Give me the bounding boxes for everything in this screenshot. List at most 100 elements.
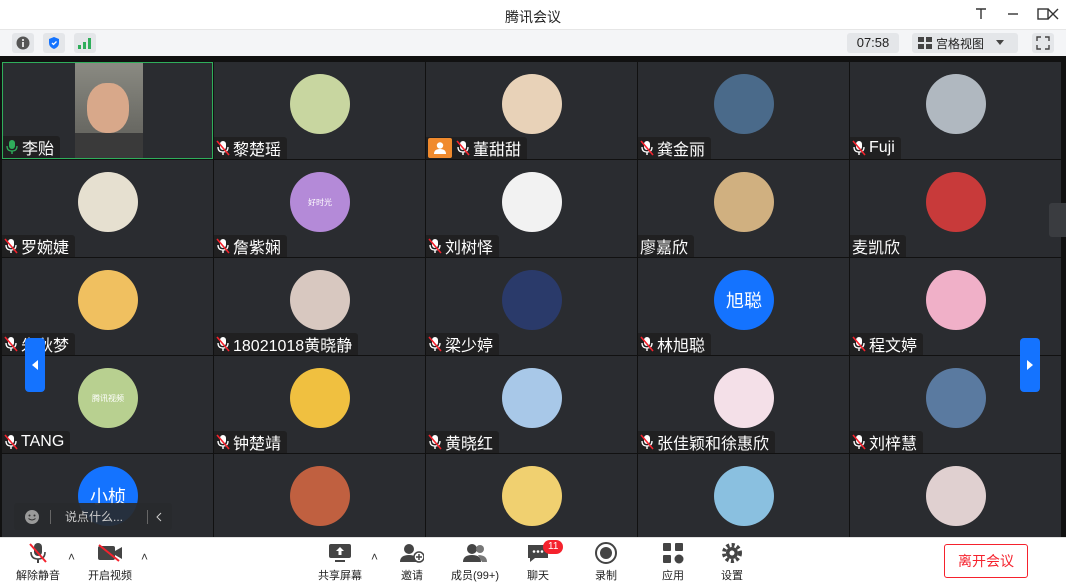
info-bar: 07:58 宫格视图 — [0, 30, 1066, 56]
mic-muted-icon — [428, 238, 445, 254]
participant-nameplate: 18021018黄晓静 — [214, 333, 359, 355]
settings-button[interactable]: 设置 — [702, 542, 762, 584]
avatar — [502, 172, 562, 232]
apps-button[interactable]: 应用 — [643, 542, 703, 584]
mic-muted-icon — [456, 140, 473, 156]
avatar: 旭聪 — [714, 270, 774, 330]
video-stage: 李贻 黎楚瑶 董甜甜 龚金丽 Fuji 罗婉婕 好时光 詹紫娴 刘树怿 廖嘉欣 麦凯欣 朱秋梦 1802… — [0, 56, 1066, 551]
audio-options-caret[interactable]: ˄ — [68, 550, 75, 564]
share-options-caret[interactable]: ˄ — [371, 550, 378, 564]
avatar — [502, 466, 562, 526]
participant-tile[interactable]: 旭聪 林旭聪 — [638, 258, 849, 355]
unmute-label: 解除静音 — [16, 570, 60, 582]
participant-tile[interactable]: 黄晓红 — [426, 356, 637, 453]
participant-name: 刘梓慧 — [869, 436, 918, 453]
participant-name: 龚金丽 — [657, 142, 706, 159]
participant-tile[interactable]: 李贻 — [2, 62, 213, 159]
record-button[interactable]: 录制 — [576, 542, 636, 584]
participant-name: 李贻 — [22, 141, 55, 158]
add-user-icon — [400, 544, 424, 563]
participant-tile[interactable]: 龚金丽 — [638, 62, 849, 159]
avatar — [502, 74, 562, 134]
participant-nameplate: Fuji — [850, 137, 901, 159]
participant-tile[interactable]: 钟楚靖 — [214, 356, 425, 453]
chat-input[interactable]: 说点什么... — [65, 508, 147, 525]
participant-tile[interactable]: 黎楚瑶 — [214, 62, 425, 159]
bottom-toolbar: 解除静音 ˄ 开启视频 ˄ 共享屏幕 ˄ 邀请 成员(99+) 11 聊天 录制… — [0, 537, 1066, 587]
pin-button[interactable] — [970, 4, 992, 26]
leave-meeting-button[interactable]: 离开会议 — [944, 544, 1028, 578]
avatar — [926, 172, 986, 232]
next-page-button[interactable] — [1020, 338, 1040, 392]
start-video-label: 开启视频 — [88, 570, 132, 582]
avatar — [290, 74, 350, 134]
prev-page-button[interactable] — [25, 338, 45, 392]
participant-video — [75, 63, 143, 158]
participant-tile[interactable]: 麦凯欣 — [850, 160, 1061, 257]
participant-tile[interactable]: 梁少婷 — [426, 258, 637, 355]
unmute-button[interactable]: 解除静音 — [8, 542, 68, 584]
start-video-button[interactable]: 开启视频 — [80, 542, 140, 584]
network-button[interactable] — [74, 33, 96, 53]
fullscreen-icon — [1036, 36, 1050, 50]
close-button[interactable] — [1042, 4, 1064, 26]
participant-name: 程文婷 — [869, 338, 918, 355]
participant-tile[interactable]: 张佳颖和徐惠欣 — [638, 356, 849, 453]
participant-nameplate: 龚金丽 — [638, 137, 712, 159]
avatar — [502, 270, 562, 330]
avatar — [926, 368, 986, 428]
quick-chat-bar[interactable]: 说点什么... — [14, 503, 172, 530]
video-options-caret[interactable]: ˄ — [141, 550, 148, 564]
participant-tile[interactable]: 董甜甜 — [426, 62, 637, 159]
meeting-info-button[interactable] — [12, 33, 34, 53]
mic-muted-icon — [4, 238, 21, 254]
participant-tile[interactable]: Fuji — [850, 62, 1061, 159]
participant-tile[interactable]: 罗婉婕 — [2, 160, 213, 257]
minimize-button[interactable] — [1002, 4, 1024, 26]
participant-nameplate: 李贻 — [3, 136, 61, 158]
participant-tile[interactable]: 18021018黄晓静 — [214, 258, 425, 355]
divider — [50, 509, 51, 524]
participant-tile[interactable]: 廖嘉欣 — [638, 160, 849, 257]
participant-nameplate: 詹紫娴 — [214, 235, 288, 257]
avatar — [78, 172, 138, 232]
mic-muted-icon — [852, 434, 869, 450]
participant-nameplate: 廖嘉欣 — [638, 235, 695, 257]
participant-nameplate: 钟楚靖 — [214, 431, 288, 453]
participant-name: 梁少婷 — [445, 338, 494, 355]
participant-name: 詹紫娴 — [233, 240, 282, 257]
participant-name: 董甜甜 — [473, 142, 522, 159]
participant-name: 林旭聪 — [657, 338, 706, 355]
emoji-icon[interactable] — [24, 509, 40, 525]
gear-icon — [722, 543, 742, 563]
participant-tile[interactable]: 刘树怿 — [426, 160, 637, 257]
participant-nameplate: 罗婉婕 — [2, 235, 76, 257]
view-mode-dropdown[interactable]: 宫格视图 — [912, 33, 1018, 53]
avatar — [926, 270, 986, 330]
pin-icon — [976, 8, 986, 19]
participant-name: 钟楚靖 — [233, 436, 282, 453]
invite-button[interactable]: 邀请 — [382, 542, 442, 584]
record-label: 录制 — [595, 570, 617, 582]
divider — [147, 509, 148, 524]
participant-tile[interactable]: 好时光 詹紫娴 — [214, 160, 425, 257]
participant-grid: 李贻 黎楚瑶 董甜甜 龚金丽 Fuji 罗婉婕 好时光 詹紫娴 刘树怿 廖嘉欣 麦凯欣 朱秋梦 1802… — [2, 62, 1061, 551]
participant-nameplate: 刘梓慧 — [850, 431, 924, 453]
mic-muted-icon — [216, 140, 233, 156]
members-button[interactable]: 成员(99+) — [445, 542, 505, 584]
side-panel-handle[interactable] — [1049, 203, 1066, 237]
avatar — [290, 466, 350, 526]
avatar — [78, 270, 138, 330]
avatar — [290, 270, 350, 330]
avatar — [714, 466, 774, 526]
close-icon — [1047, 8, 1059, 20]
mic-on-icon — [5, 139, 22, 155]
share-screen-button[interactable]: 共享屏幕 — [310, 542, 370, 584]
chat-button[interactable]: 11 聊天 — [508, 540, 568, 584]
fullscreen-button[interactable] — [1032, 33, 1054, 53]
avatar — [502, 368, 562, 428]
collapse-chat-icon[interactable] — [156, 512, 162, 522]
avatar — [926, 466, 986, 526]
security-button[interactable] — [43, 33, 65, 53]
mic-muted-icon — [852, 336, 869, 352]
